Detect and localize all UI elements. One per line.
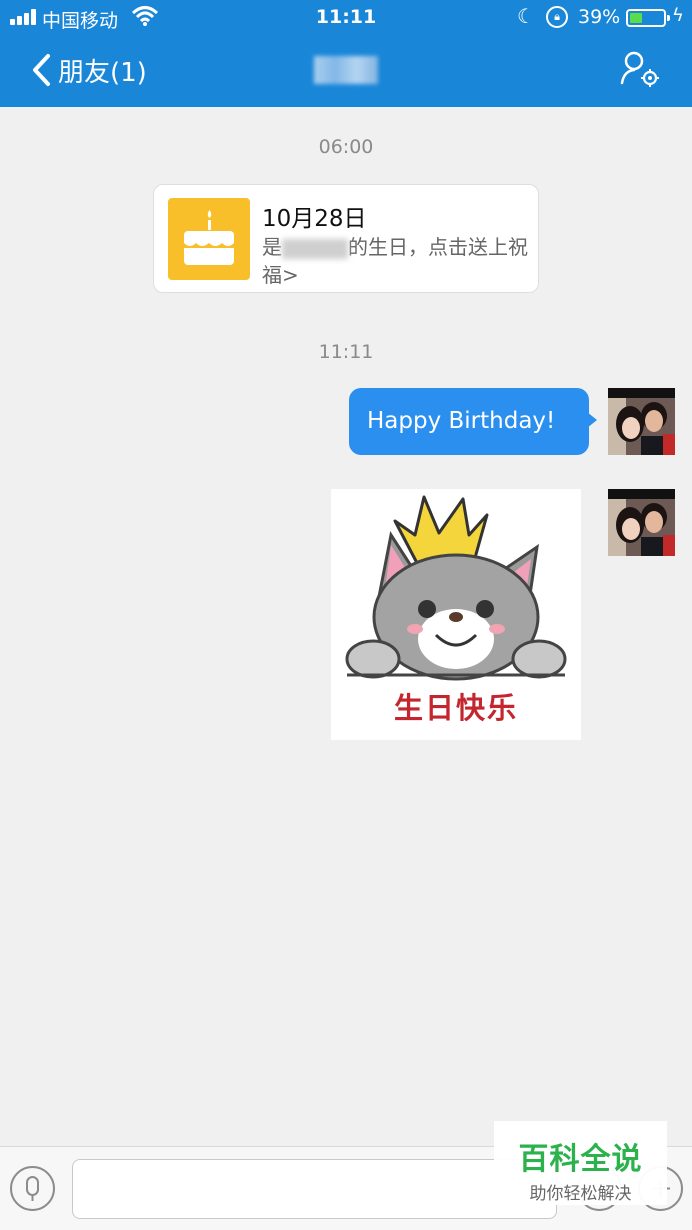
battery-icon — [626, 9, 670, 27]
timestamp: 11:11 — [318, 341, 374, 363]
birthday-reminder-card[interactable]: 10月28日 是的生日，点击送上祝福> — [153, 184, 539, 293]
birthday-text-prefix: 是 — [262, 235, 282, 259]
profile-settings-button[interactable] — [618, 50, 662, 90]
rotation-lock-icon: 🔒︎ — [546, 6, 568, 28]
user-settings-icon — [620, 51, 659, 87]
status-bar: 中国移动 11:11 ☾ 🔒︎ 39% ϟ — [0, 0, 692, 36]
cat-crown-sticker-image — [345, 495, 567, 681]
birthday-date: 10月28日 — [262, 206, 367, 232]
back-button[interactable]: 朋友(1) — [30, 50, 147, 90]
cake-icon — [168, 198, 250, 280]
sticker-caption: 生日快乐 — [393, 691, 518, 725]
watermark: 百科全说 助你轻松解决 — [494, 1121, 667, 1205]
message-input[interactable] — [72, 1159, 557, 1219]
battery-percent: 39% — [578, 6, 621, 28]
app-header: 中国移动 11:11 ☾ 🔒︎ 39% ϟ 朋友(1) — [0, 0, 692, 107]
voice-button[interactable] — [10, 1166, 55, 1211]
chevron-left-icon — [33, 54, 50, 86]
timestamp: 06:00 — [318, 136, 374, 158]
birthday-sticker[interactable]: 生日快乐 — [331, 489, 581, 740]
watermark-subtitle: 助你轻松解决 — [529, 1184, 632, 1204]
chat-title — [314, 56, 378, 84]
bubble-tail — [587, 412, 597, 428]
message-bubble[interactable]: Happy Birthday! — [349, 388, 589, 455]
birthday-text: 是的生日，点击送上祝福> — [262, 233, 532, 289]
watermark-title: 百科全说 — [518, 1142, 643, 1177]
avatar[interactable] — [608, 388, 675, 455]
moon-icon: ☾ — [517, 4, 535, 28]
blurred-contact-name — [282, 238, 348, 259]
avatar[interactable] — [608, 489, 675, 556]
microphone-icon — [26, 1176, 39, 1201]
charging-icon: ϟ — [672, 5, 684, 26]
back-label: 朋友(1) — [58, 57, 147, 88]
